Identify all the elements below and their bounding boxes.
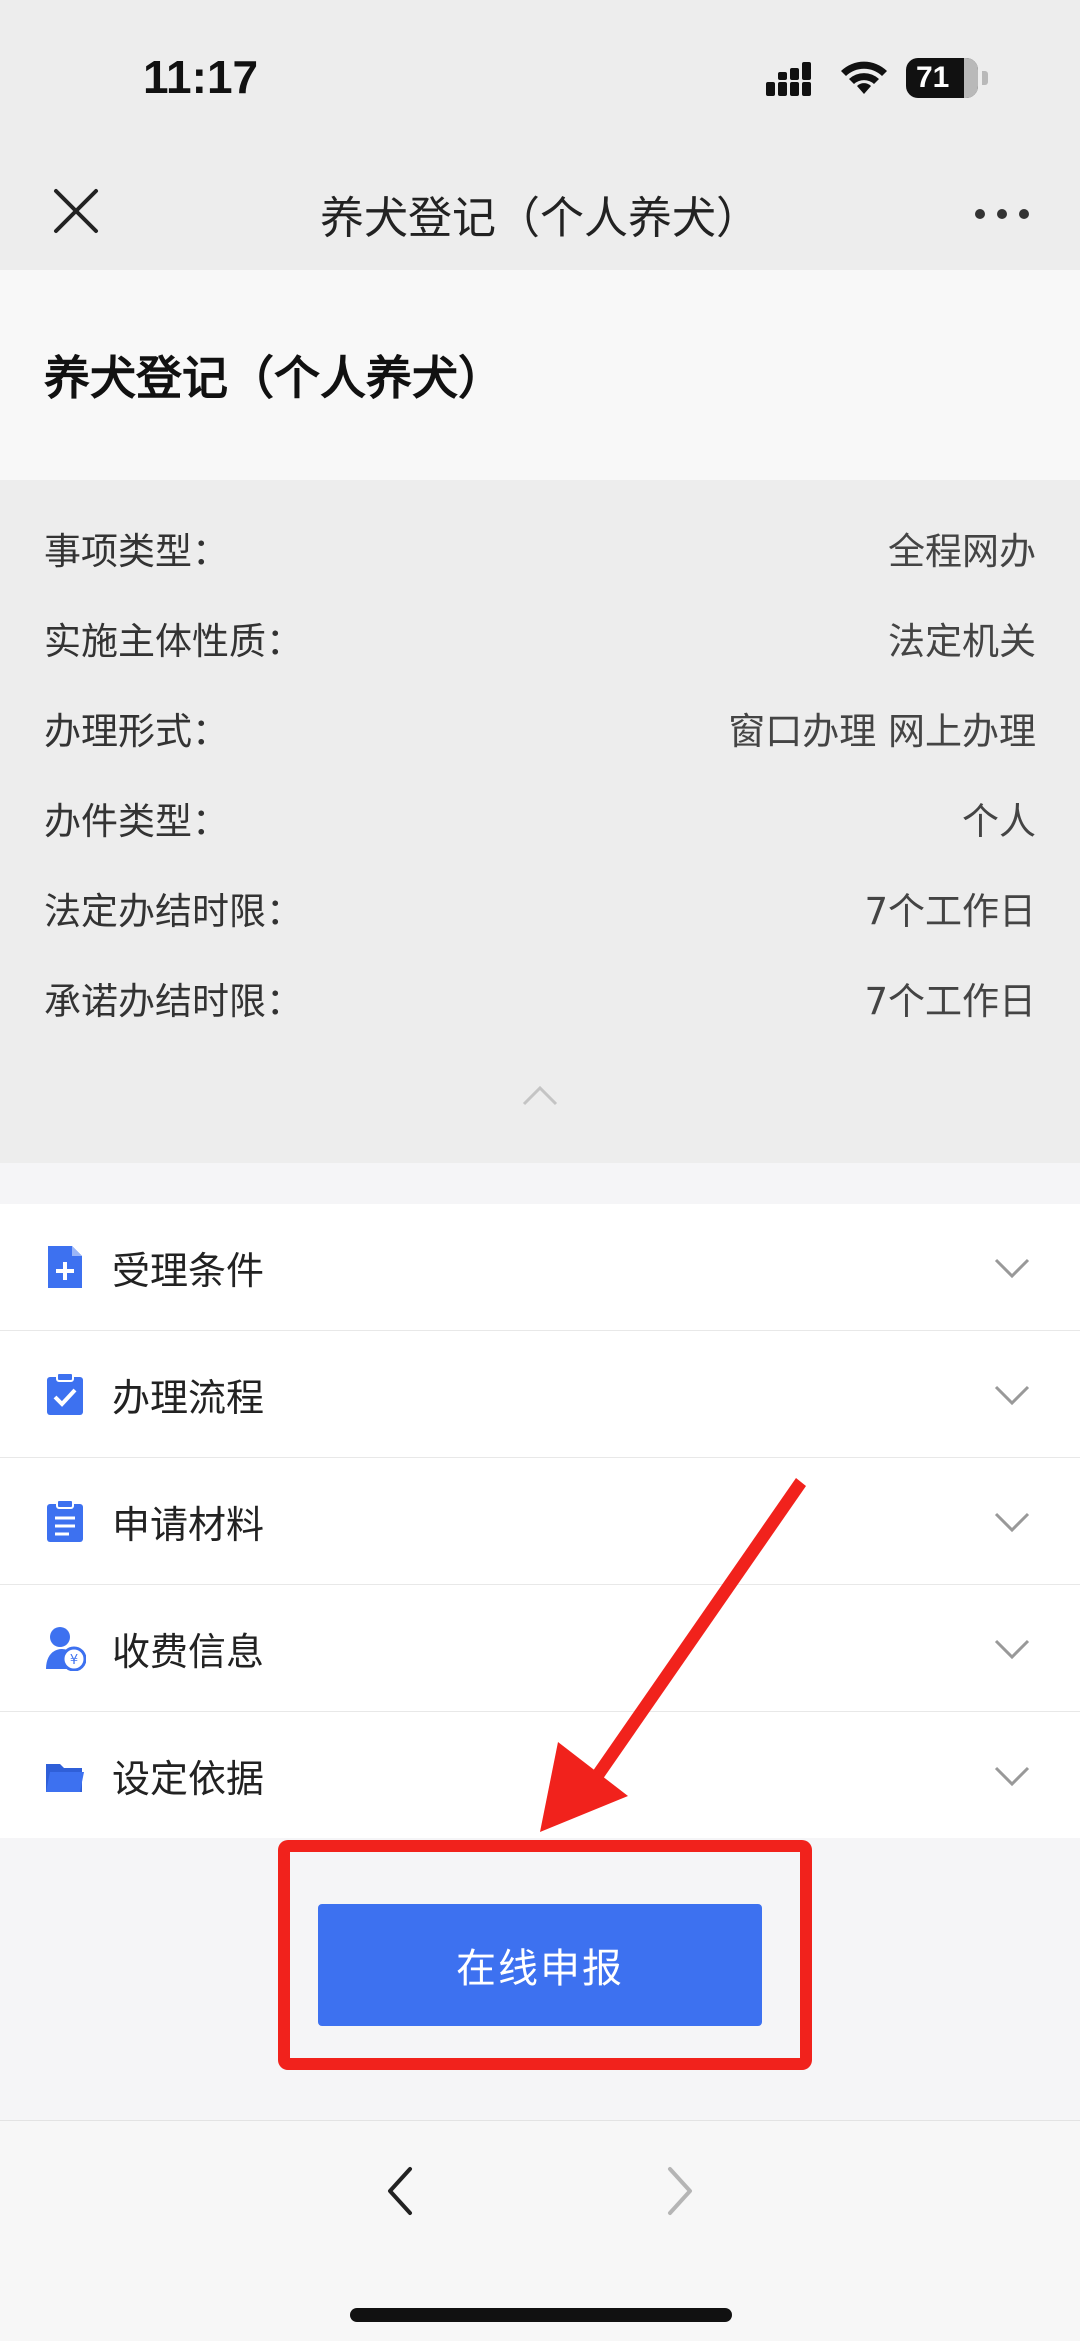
info-value: 窗口办理 网上办理 xyxy=(728,710,1036,753)
more-dots-icon[interactable] xyxy=(972,194,1032,234)
info-value: 法定机关 xyxy=(888,620,1036,663)
battery-tip xyxy=(982,71,988,85)
chevron-down-icon xyxy=(994,1258,1030,1279)
title-card: 养犬登记（个人养犬） xyxy=(0,270,1080,480)
folder-icon xyxy=(46,1764,84,1792)
status-icons: 71 xyxy=(766,58,988,98)
chevron-up-icon[interactable] xyxy=(520,1080,560,1110)
info-row-item-type: 事项类型： 全程网办 xyxy=(44,518,1036,578)
home-indicator xyxy=(350,2308,732,2322)
info-label: 事项类型： xyxy=(44,530,229,573)
chevron-down-icon xyxy=(994,1385,1030,1406)
chevron-down-icon xyxy=(994,1512,1030,1533)
info-value: 全程网办 xyxy=(888,530,1036,573)
clipboard-check-icon xyxy=(47,1372,83,1415)
info-label: 办理形式： xyxy=(44,710,229,753)
info-row-entity-nature: 实施主体性质： 法定机关 xyxy=(44,608,1036,668)
doc-plus-icon xyxy=(48,1246,82,1288)
info-section: 事项类型： 全程网办 实施主体性质： 法定机关 办理形式： 窗口办理 网上办理 … xyxy=(0,480,1080,1163)
battery-level: 71 xyxy=(916,61,950,94)
wifi-icon xyxy=(841,61,887,94)
section-label: 办理流程 xyxy=(112,1375,265,1420)
info-row-legal-limit: 法定办结时限： 7个工作日 xyxy=(44,878,1036,938)
clipboard-list-icon xyxy=(47,1499,83,1542)
section-handling-process[interactable]: 办理流程 xyxy=(0,1331,1080,1458)
battery-icon: 71 xyxy=(906,58,978,98)
svg-text:¥: ¥ xyxy=(70,1653,78,1668)
back-arrow-icon[interactable] xyxy=(380,2161,420,2221)
accordion-list: 受理条件 办理流程 申请材料 ¥ 收费信息 设定依据 xyxy=(0,1204,1080,1839)
forward-arrow-icon[interactable] xyxy=(660,2161,700,2221)
cellular-signal-icon xyxy=(766,62,811,96)
section-label: 设定依据 xyxy=(112,1757,265,1801)
info-value: 7个工作日 xyxy=(864,980,1036,1023)
info-value: 7个工作日 xyxy=(864,890,1036,933)
status-bar: 11:17 71 xyxy=(0,0,1080,160)
chevron-down-icon xyxy=(994,1639,1030,1660)
section-label: 申请材料 xyxy=(112,1502,265,1547)
section-label: 受理条件 xyxy=(112,1248,265,1293)
chevron-down-icon xyxy=(994,1766,1030,1787)
info-row-handling-form: 办理形式： 窗口办理 网上办理 xyxy=(44,698,1036,758)
info-label: 承诺办结时限： xyxy=(44,980,303,1023)
user-yen-icon: ¥ xyxy=(46,1627,86,1671)
nav-title: 养犬登记（个人养犬） xyxy=(320,193,760,244)
annotation-highlight-box xyxy=(278,1840,812,2070)
info-row-promised-limit: 承诺办结时限： 7个工作日 xyxy=(44,968,1036,1028)
info-label: 法定办结时限： xyxy=(44,890,303,933)
info-value: 个人 xyxy=(962,800,1036,843)
section-application-materials[interactable]: 申请材料 xyxy=(0,1458,1080,1585)
info-label: 办件类型： xyxy=(44,800,229,843)
nav-bar: 养犬登记（个人养犬） xyxy=(0,160,1080,270)
info-label: 实施主体性质： xyxy=(44,620,303,663)
page-title: 养犬登记（个人养犬） xyxy=(44,351,504,405)
section-label: 收费信息 xyxy=(112,1629,265,1674)
section-legal-basis[interactable]: 设定依据 xyxy=(0,1712,1080,1839)
info-row-case-type: 办件类型： 个人 xyxy=(44,788,1036,848)
status-time: 11:17 xyxy=(143,51,259,103)
section-fee-info[interactable]: ¥ 收费信息 xyxy=(0,1585,1080,1712)
section-acceptance-conditions[interactable]: 受理条件 xyxy=(0,1204,1080,1331)
